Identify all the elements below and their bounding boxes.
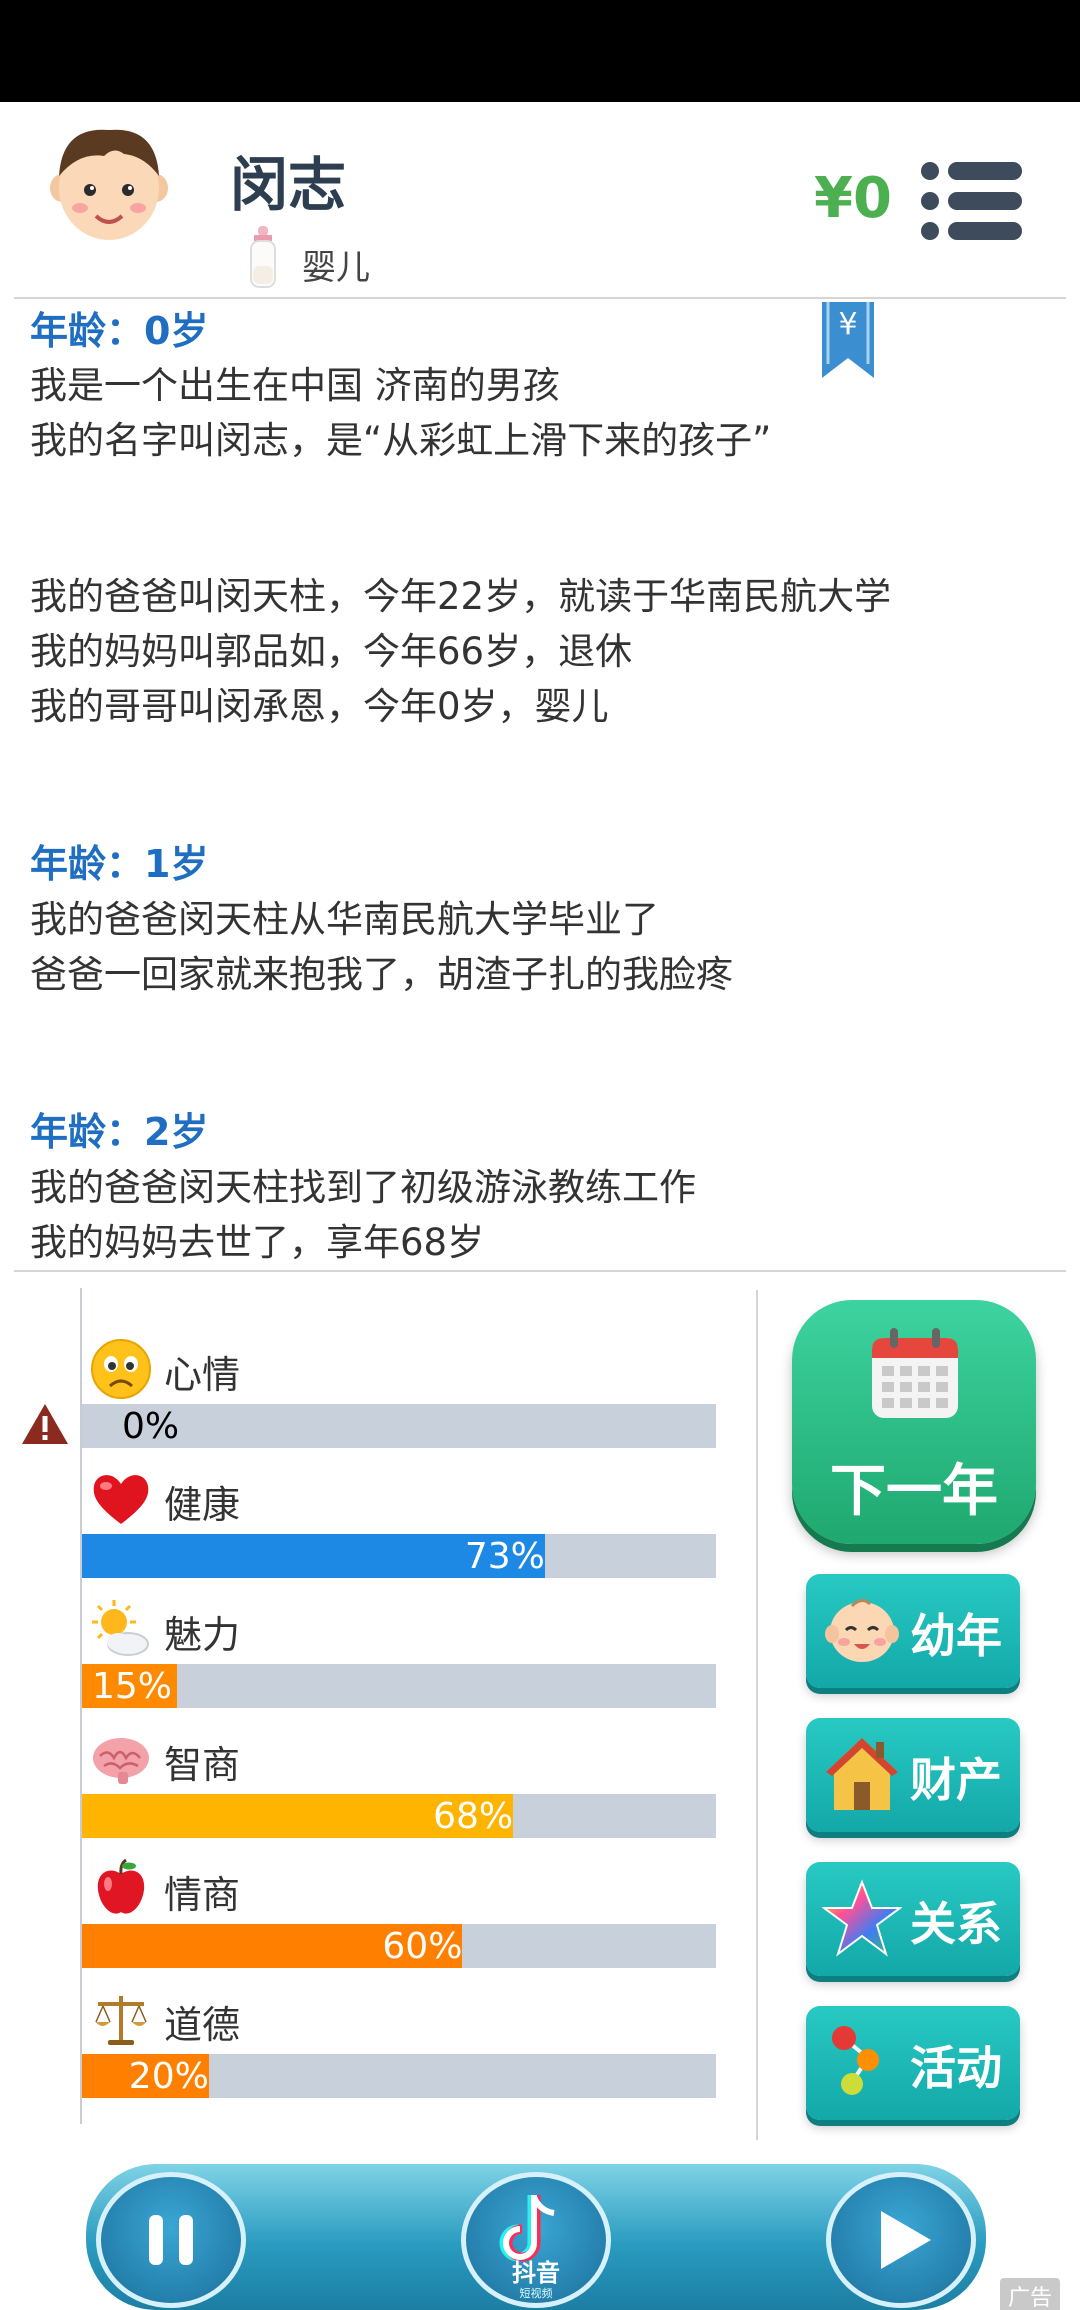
log-line: 我的爸爸叫闵天柱，今年22岁，就读于华南民航大学 <box>30 575 892 618</box>
stat-percent: 15% <box>92 1666 173 1707</box>
age-heading: 年龄：2岁 <box>30 1110 209 1154</box>
money-bookmark-icon[interactable]: ¥ <box>820 302 876 380</box>
childhood-button[interactable]: 幼年 <box>806 1574 1020 1688</box>
play-icon <box>881 2211 931 2269</box>
money-display: ¥0 <box>814 166 892 231</box>
property-label: 财产 <box>910 1753 1002 1807</box>
stat-percent: 0% <box>122 1406 180 1447</box>
house-icon <box>826 1738 898 1810</box>
log-divider <box>14 1270 1066 1272</box>
log-line: 我的哥哥叫闵承恩，今年0岁，婴儿 <box>30 685 609 728</box>
life-stage-label: 婴儿 <box>302 248 370 288</box>
colored-dots-icon <box>832 2026 879 2095</box>
activities-button[interactable]: 活动 <box>806 2006 1020 2120</box>
log-line: 爸爸一回家就来抱我了，胡渣子扎的我脸疼 <box>30 953 733 996</box>
status-bar <box>0 0 1080 102</box>
relationships-label: 关系 <box>910 1897 1002 1951</box>
ad-banner[interactable]: 抖音 短视频 <box>86 2164 986 2310</box>
stat-label: 心情 <box>164 1353 241 1397</box>
stat-percent: 60% <box>382 1926 463 1967</box>
log-line: 我是一个出生在中国 济南的男孩 <box>30 364 560 407</box>
ad-label[interactable]: 广告 <box>1000 2278 1061 2310</box>
pause-icon <box>149 2215 193 2265</box>
stat-label: 智商 <box>164 1743 241 1787</box>
log-line: 我的爸爸闵天柱找到了初级游泳教练工作 <box>30 1166 696 1209</box>
next-year-label: 下一年 <box>830 1459 998 1524</box>
stat-bar: 68% <box>82 1794 716 1838</box>
next-year-button[interactable]: 下一年 <box>792 1300 1036 1544</box>
baby-face-icon <box>825 1599 899 1662</box>
stat-label: 魅力 <box>164 1613 241 1657</box>
apple-icon <box>97 1858 145 1914</box>
heart-icon <box>93 1475 149 1524</box>
age-heading: 年龄：1岁 <box>30 842 209 886</box>
douyin-logo-icon: 抖音 短视频 <box>499 2195 560 2300</box>
stat-label: 情商 <box>164 1873 241 1917</box>
property-button[interactable]: 财产 <box>806 1718 1020 1832</box>
life-log: ¥ 年龄：0岁 我是一个出生在中国 济南的男孩 我的名字叫闵志，是“从彩虹上滑下… <box>0 300 1080 1270</box>
bookmark-symbol: ¥ <box>838 307 857 342</box>
childhood-label: 幼年 <box>910 1609 1002 1663</box>
stat-percent: 20% <box>128 2056 209 2097</box>
stats-panel: 心情 0% 健康 73% 魅力 15% 智商 68% 情商 60% 道德 20% <box>0 1274 760 2134</box>
log-line: 我的妈妈叫郭品如，今年66岁，退休 <box>30 630 633 673</box>
panel-divider <box>756 1290 758 2140</box>
pause-button[interactable] <box>96 2172 246 2308</box>
stat-bar: 0% <box>82 1404 716 1448</box>
header-divider <box>14 297 1066 299</box>
play-button[interactable] <box>826 2172 976 2308</box>
ad-sub-text: 短视频 <box>520 2286 553 2300</box>
stat-label: 道德 <box>164 2003 241 2047</box>
scales-icon <box>95 1996 147 2045</box>
star-icon <box>822 1879 902 1957</box>
age-heading: 年龄：0岁 <box>30 309 209 353</box>
ad-brand-text: 抖音 <box>512 2259 560 2287</box>
douyin-logo-button[interactable]: 抖音 短视频 <box>461 2172 611 2308</box>
baby-bottle-icon <box>250 226 276 288</box>
sun-cloud-icon <box>92 1600 149 1656</box>
warning-icon <box>22 1404 68 1444</box>
sad-face-icon <box>91 1339 151 1399</box>
header: 闵志 婴儿 ¥0 <box>0 102 1080 298</box>
menu-icon[interactable] <box>920 160 1024 242</box>
stat-bar: 20% <box>82 2054 716 2098</box>
stat-label: 健康 <box>164 1483 241 1527</box>
player-name: 闵志 <box>230 151 347 219</box>
log-line: 我的爸爸闵天柱从华南民航大学毕业了 <box>30 898 659 941</box>
relationships-button[interactable]: 关系 <box>806 1862 1020 1976</box>
stat-percent: 68% <box>433 1796 514 1837</box>
activities-label: 活动 <box>910 2041 1002 2095</box>
stat-percent: 73% <box>464 1536 545 1577</box>
stat-bar: 73% <box>82 1534 716 1578</box>
baby-boy-avatar-icon <box>50 129 168 240</box>
log-line: 我的名字叫闵志，是“从彩虹上滑下来的孩子” <box>30 419 772 462</box>
log-line: 我的妈妈去世了，享年68岁 <box>30 1221 485 1264</box>
calendar-icon <box>872 1328 958 1418</box>
stat-bar: 15% <box>82 1664 716 1708</box>
stat-bar: 60% <box>82 1924 716 1968</box>
brain-icon <box>93 1738 149 1784</box>
